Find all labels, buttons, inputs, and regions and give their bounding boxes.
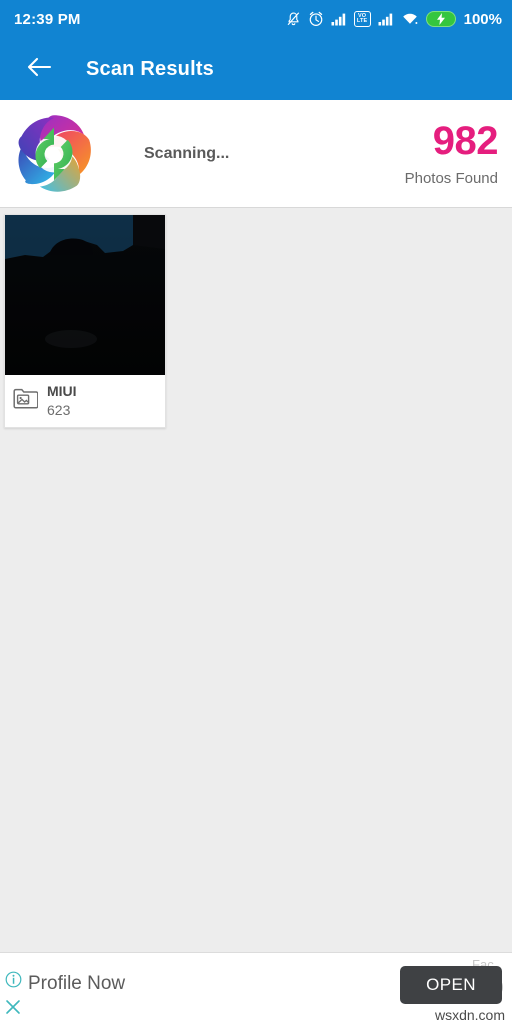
scan-header: Scanning... 982 Photos Found [0,100,512,208]
folder-meta: MIUI 623 [5,375,165,427]
battery-charging-icon [425,11,456,27]
folder-thumbnail[interactable] [5,215,165,375]
status-time: 12:39 PM [14,10,81,28]
battery-percent-label: 100% [463,10,502,28]
folder-name: MIUI [47,383,77,399]
alarm-clock-icon [308,11,324,27]
photos-found-block: 982 Photos Found [404,118,499,187]
status-icons: VO LTE 100% [286,11,502,28]
recycle-refresh-logo [10,110,98,198]
ad-open-button[interactable]: OPEN [400,966,502,1004]
signal-bars-icon [378,12,394,26]
back-button[interactable] [22,52,56,86]
volte-icon: VO LTE [353,11,371,27]
folder-image-icon [13,387,39,414]
ad-marks [3,971,23,1020]
photos-found-label: Photos Found [404,169,498,187]
status-bar: 12:39 PM VO LTE 100% [0,0,512,38]
watermark: wsxdn.com [434,1007,505,1023]
scan-status-text: Scanning... [144,144,230,162]
page-title: Scan Results [86,57,215,80]
app-bar: Scan Results [0,38,512,100]
photos-found-count: 982 [432,118,499,163]
volte-label-bottom: LTE [356,18,368,24]
ad-banner: Profile Now Fac Co OPEN wsxdn.com [0,952,512,1024]
folder-card[interactable]: MIUI 623 [4,214,166,429]
wifi-icon [401,12,419,26]
signal-bars-icon [331,12,347,26]
bell-muted-icon [286,11,301,27]
folder-count: 623 [47,401,71,418]
ad-title: Profile Now [28,973,126,994]
info-icon[interactable] [5,971,22,993]
arrow-left-icon [26,56,52,83]
results-grid: MIUI 623 [0,208,512,952]
close-icon[interactable] [5,999,21,1020]
folder-text: MIUI 623 [47,383,77,418]
